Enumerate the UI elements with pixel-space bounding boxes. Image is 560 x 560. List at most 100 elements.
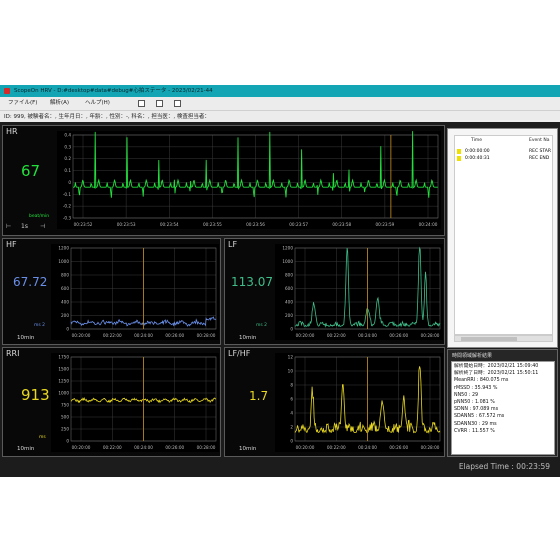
x-tick-label: 00:20:00 bbox=[72, 333, 91, 338]
event-name: REC STAR bbox=[529, 149, 552, 154]
y-tick-label: 400 bbox=[61, 300, 69, 305]
rri-unit: ms bbox=[39, 435, 46, 440]
result-line: SDANN5 : 67.572 ms bbox=[454, 414, 505, 420]
lf-unit: ms 2 bbox=[256, 323, 268, 328]
save-icon[interactable] bbox=[174, 100, 181, 107]
x-tick-label: 00:26:00 bbox=[389, 333, 408, 338]
y-tick-label: 0.1 bbox=[64, 168, 71, 173]
x-tick-label: 00:22:00 bbox=[103, 445, 122, 450]
open-file-icon[interactable] bbox=[138, 100, 145, 107]
hf-value: 67.72 bbox=[13, 275, 48, 289]
hr-scale-left-arrow[interactable]: ⊢ bbox=[6, 223, 11, 230]
hf-unit: ms 2 bbox=[34, 323, 46, 328]
application-window: ScopeOn HRV - D:#desktop#data#debug#心拍ステ… bbox=[0, 85, 560, 477]
y-tick-label: 1200 bbox=[282, 246, 293, 251]
subject-info-bar: ID: 999, 被験者名：, 生年月日：, 年齢：, 性別：-, 科名：, 担… bbox=[0, 110, 560, 122]
result-line: 解析終了日時：2023/02/21 15:50:11 bbox=[454, 371, 539, 377]
app-icon bbox=[4, 88, 10, 94]
event-col-time[interactable]: Time bbox=[471, 138, 482, 143]
hf-title: HF bbox=[6, 240, 17, 249]
x-tick-label: 00:24:00 bbox=[134, 445, 153, 450]
scrollbar-thumb[interactable] bbox=[461, 337, 517, 341]
result-line: MeanRRI : 840.075 ms bbox=[454, 378, 509, 384]
event-marker-icon bbox=[457, 156, 461, 161]
y-tick-label: 0 bbox=[66, 327, 69, 332]
y-tick-label: 1200 bbox=[58, 246, 69, 251]
window-title: ScopeOn HRV - D:#desktop#data#debug#心拍ステ… bbox=[14, 88, 213, 94]
y-tick-label: 0 bbox=[290, 327, 293, 332]
menu-analysis[interactable]: 解析(A) bbox=[50, 97, 69, 110]
result-line: pNN50 : 1.081 % bbox=[454, 400, 495, 406]
y-tick-label: 1250 bbox=[58, 379, 69, 384]
copy-icon[interactable] bbox=[156, 100, 163, 107]
hr-unit: beat/min bbox=[29, 214, 50, 219]
x-tick-label: 00:24:00 bbox=[134, 333, 153, 338]
event-row[interactable]: 0:00:00:00 REC STAR bbox=[455, 148, 552, 155]
event-marker-icon bbox=[457, 149, 461, 154]
y-tick-label: 200 bbox=[61, 313, 69, 318]
x-tick-label: 00:23:53 bbox=[117, 222, 136, 227]
y-tick-label: 600 bbox=[61, 286, 69, 291]
x-tick-label: 00:23:55 bbox=[203, 222, 222, 227]
menu-help[interactable]: ヘルプ(H) bbox=[85, 97, 110, 110]
x-tick-label: 00:20:00 bbox=[296, 445, 315, 450]
y-tick-label: 750 bbox=[61, 403, 69, 408]
lf-panel: LF 113.07 ms 2 10min 1200 1000 800 600 400 20… bbox=[224, 238, 445, 345]
y-tick-label: 0.2 bbox=[64, 156, 71, 161]
result-line: SDANN30 : 29 ms bbox=[454, 421, 497, 427]
hr-panel: HR 67 beat/min ⊢ 1s ⊣ 0.4 0.3 0.2 0.1 0 -0.1 -… bbox=[2, 125, 445, 236]
event-col-name[interactable]: Event Na bbox=[529, 138, 549, 143]
x-tick-label: 00:23:57 bbox=[289, 222, 308, 227]
y-tick-label: 250 bbox=[61, 427, 69, 432]
lf-trend-plot: 1200 1000 800 600 400 200 000:20:00 00:22:00 00:… bbox=[275, 244, 443, 340]
x-tick-label: 00:23:58 bbox=[332, 222, 351, 227]
y-tick-label: 0.3 bbox=[64, 144, 71, 149]
x-tick-label: 00:22:00 bbox=[327, 445, 346, 450]
title-bar[interactable]: ScopeOn HRV - D:#desktop#data#debug#心拍ステ… bbox=[0, 85, 560, 97]
x-tick-label: 00:26:00 bbox=[165, 333, 184, 338]
hr-value: 67 bbox=[21, 162, 41, 180]
x-tick-label: 00:22:00 bbox=[327, 333, 346, 338]
y-tick-label: 800 bbox=[285, 273, 293, 278]
event-horizontal-scrollbar[interactable] bbox=[454, 335, 553, 342]
result-line: SDNN : 97.089 ms bbox=[454, 407, 499, 413]
hf-trend-plot: 1200 1000 800 600 400 200 000:20:00 00:22:00 00:… bbox=[51, 244, 219, 340]
result-line: rMSSD : 35.943 % bbox=[454, 385, 498, 391]
y-tick-label: 500 bbox=[61, 415, 69, 420]
lf-duration: 10min bbox=[239, 335, 257, 341]
x-tick-label: 00:20:00 bbox=[296, 333, 315, 338]
x-tick-label: 00:26:00 bbox=[165, 445, 184, 450]
results-box: 解析開始日時：2023/02/21 15:09:40 解析終了日時：2023/0… bbox=[451, 361, 555, 455]
x-tick-label: 00:20:00 bbox=[72, 445, 91, 450]
result-line: CVRR : 11.557 % bbox=[454, 428, 495, 434]
x-tick-label: 00:28:00 bbox=[421, 445, 440, 450]
y-tick-label: -0.3 bbox=[63, 216, 72, 221]
y-tick-label: 6 bbox=[290, 397, 293, 402]
menu-file[interactable]: ファイル(F) bbox=[8, 97, 37, 110]
y-tick-label: 1000 bbox=[282, 259, 293, 264]
x-tick-label: 00:24:00 bbox=[358, 445, 377, 450]
hr-scale-right-arrow[interactable]: ⊣ bbox=[40, 223, 45, 230]
event-table[interactable]: Time Event Na 0:00:00:00 REC STAR 0:00:4… bbox=[454, 135, 553, 335]
lfhf-value: 1.7 bbox=[249, 389, 269, 403]
result-line: NN50 : 29 bbox=[454, 392, 479, 398]
x-tick-label: 00:22:00 bbox=[103, 333, 122, 338]
rri-trend-plot: 1750 1500 1250 1000 750 500 250 000:20:00 00:22:… bbox=[51, 353, 219, 452]
y-tick-label: 0.4 bbox=[64, 133, 71, 138]
event-time: 0:00:40:31 bbox=[465, 156, 490, 161]
x-tick-label: 00:23:56 bbox=[246, 222, 265, 227]
y-tick-label: 1000 bbox=[58, 391, 69, 396]
x-tick-label: 00:24:00 bbox=[419, 222, 438, 227]
event-row[interactable]: 0:00:40:31 REC END bbox=[455, 155, 552, 162]
lfhf-trend-plot: 12 10 8 6 4 2 000:20:00 00:22:00 00:24:00 00:26:0… bbox=[275, 353, 443, 452]
y-tick-label: 0 bbox=[290, 439, 293, 444]
hr-title: HR bbox=[6, 127, 18, 136]
event-panel: Time Event Na 0:00:00:00 REC STAR 0:00:4… bbox=[447, 128, 558, 348]
y-tick-label: 12 bbox=[288, 355, 294, 360]
x-tick-label: 00:23:59 bbox=[375, 222, 394, 227]
menu-bar: ファイル(F) 解析(A) ヘルプ(H) bbox=[0, 97, 560, 110]
event-time: 0:00:00:00 bbox=[465, 149, 490, 154]
y-tick-label: 1500 bbox=[58, 367, 69, 372]
lfhf-panel: LF/HF 1.7 10min 12 10 8 6 4 2 0 00:20:00 00:22:0… bbox=[224, 347, 445, 457]
y-tick-label: 4 bbox=[290, 411, 293, 416]
